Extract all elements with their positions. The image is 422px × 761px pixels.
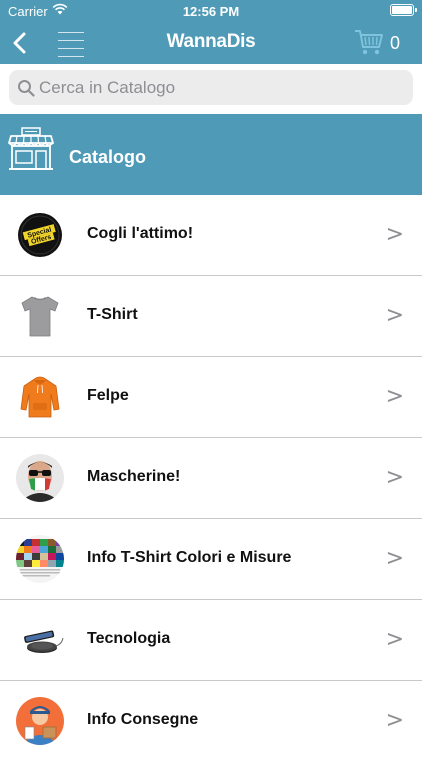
category-label: T-Shirt	[87, 306, 138, 323]
search-bar	[0, 64, 422, 112]
category-row-info-tshirt[interactable]: Info T-Shirt Colori e Misure >	[0, 519, 422, 600]
category-label: Cogli l'attimo!	[87, 225, 194, 242]
status-bar: Carrier 12:56 PM	[0, 0, 422, 22]
category-row-tecnologia[interactable]: Tecnologia >	[0, 600, 422, 681]
color-swatches-icon	[16, 535, 64, 583]
category-label: Mascherine!	[87, 468, 181, 485]
search-icon	[18, 80, 35, 97]
wireless-charger-icon	[24, 630, 64, 653]
tshirt-icon	[21, 296, 59, 337]
menu-line	[58, 56, 84, 57]
cart-icon	[355, 30, 383, 55]
category-row-tshirt[interactable]: T-Shirt >	[0, 276, 422, 357]
store-icon	[8, 127, 54, 170]
catalog-header: Catalogo	[0, 114, 422, 195]
chevron-right-icon: >	[385, 384, 404, 409]
mask-person-icon	[16, 454, 64, 502]
delivery-person-icon	[16, 697, 64, 745]
hoodie-icon	[20, 376, 60, 418]
category-label: Felpe	[87, 387, 129, 404]
chevron-right-icon: >	[385, 627, 404, 652]
search-input[interactable]	[39, 70, 409, 105]
chevron-right-icon: >	[385, 708, 404, 733]
header: Carrier 12:56 PM WannaDis 0	[0, 0, 422, 64]
category-row-special-offers[interactable]: Special Offers Cogli l'attimo! >	[0, 195, 422, 276]
category-list: Special Offers Cogli l'attimo! > T-Shirt…	[0, 195, 422, 761]
cart-button[interactable]	[354, 28, 384, 56]
chevron-right-icon: >	[385, 465, 404, 490]
chevron-right-icon: >	[385, 303, 404, 328]
category-row-info-consegne[interactable]: Info Consegne >	[0, 681, 422, 761]
chevron-right-icon: >	[385, 222, 404, 247]
chevron-right-icon: >	[385, 546, 404, 571]
nav-bar: WannaDis 0	[0, 22, 422, 64]
category-row-felpe[interactable]: Felpe >	[0, 357, 422, 438]
category-label: Info Consegne	[87, 711, 199, 728]
catalog-title: Catalogo	[69, 147, 147, 167]
battery-icon	[390, 4, 417, 16]
clock: 12:56 PM	[182, 4, 240, 19]
category-label: Info T-Shirt Colori e Misure	[87, 549, 292, 566]
category-label: Tecnologia	[87, 630, 171, 647]
special-offers-badge-icon: Special Offers	[18, 213, 62, 257]
category-row-mascherine[interactable]: Mascherine! >	[0, 438, 422, 519]
cart-count: 0	[390, 33, 401, 53]
search-field[interactable]	[9, 70, 413, 105]
